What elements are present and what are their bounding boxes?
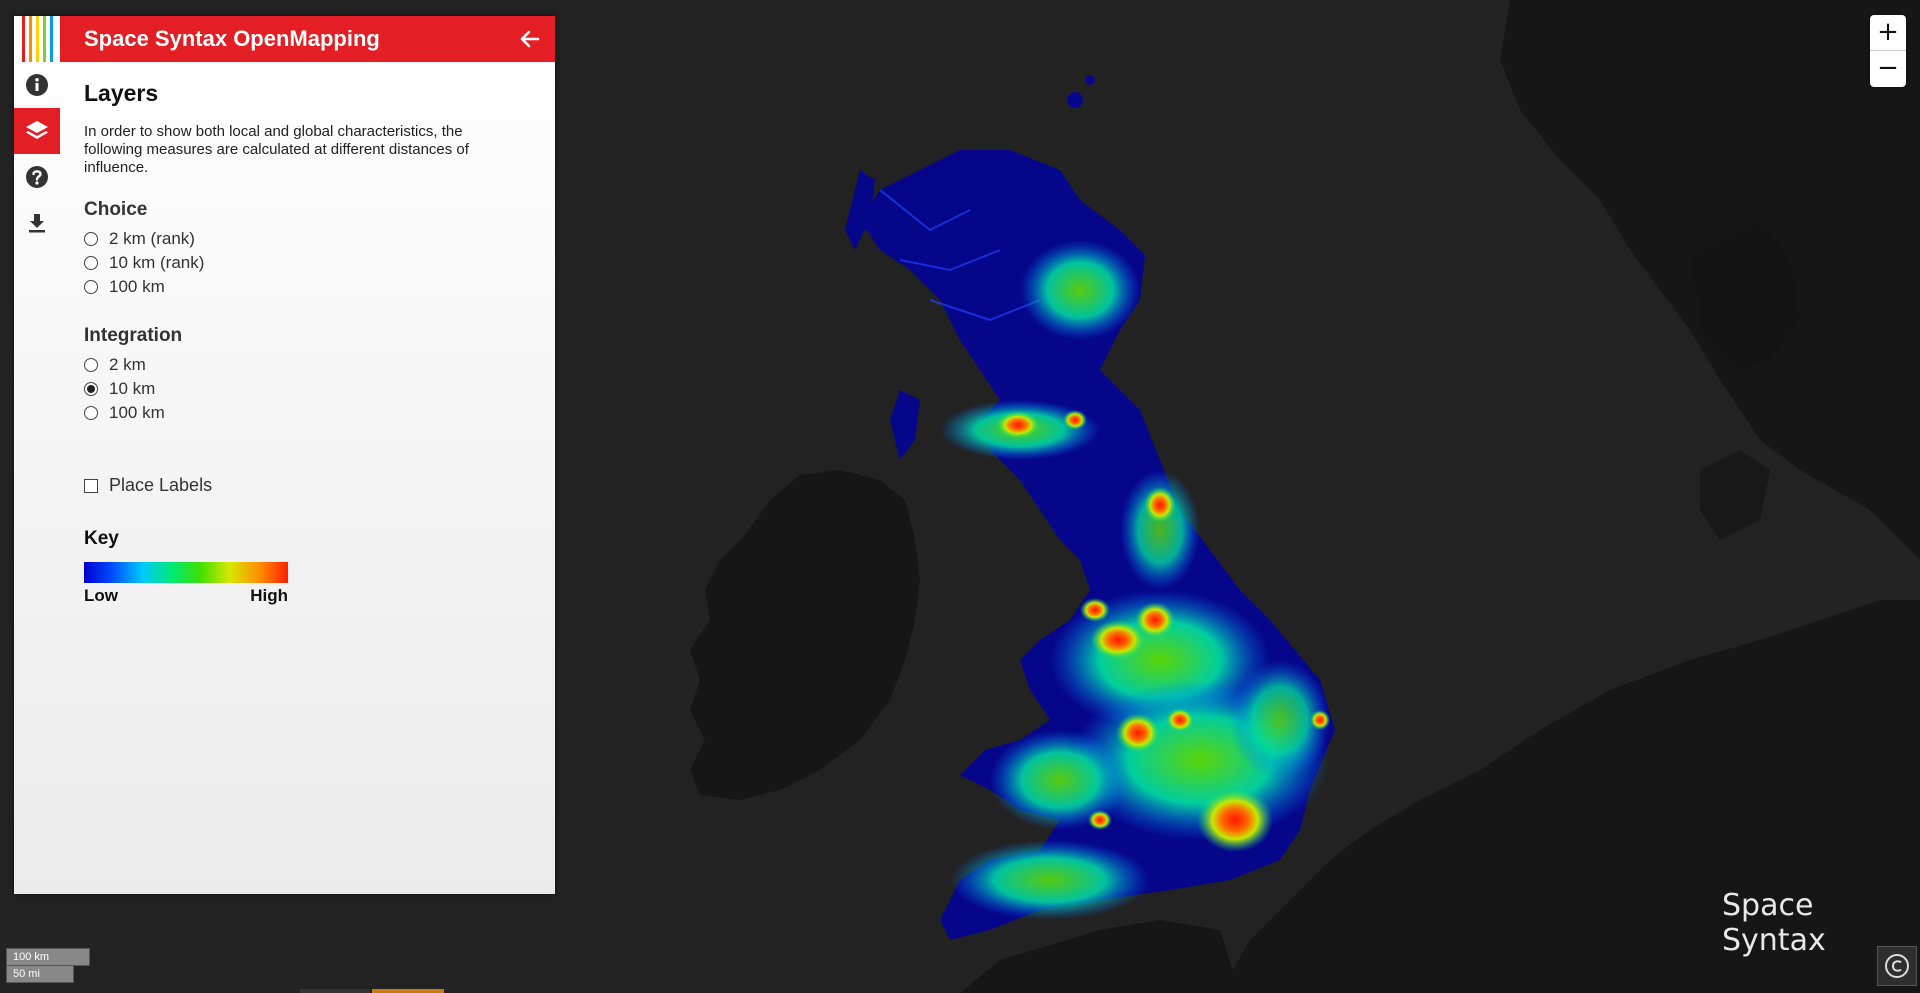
- key-labels: Low High: [84, 586, 288, 606]
- choice-title: Choice: [84, 199, 148, 220]
- zoom-control: + −: [1870, 15, 1906, 87]
- option-label: 2 km: [109, 355, 146, 374]
- arrow-left-icon: [520, 30, 540, 48]
- radio-button[interactable]: [84, 406, 98, 420]
- key-high-label: High: [250, 586, 288, 605]
- info-icon: [26, 74, 48, 96]
- panel-header: Space Syntax OpenMapping: [14, 16, 555, 62]
- integration-option-2km[interactable]: 2 km: [84, 353, 524, 377]
- integration-option-100km[interactable]: 100 km: [84, 401, 524, 425]
- integration-option-10km[interactable]: 10 km: [84, 377, 524, 401]
- panel-content: Layers In order to show both local and g…: [84, 80, 524, 606]
- side-tabs: [14, 62, 60, 246]
- zoom-in-button[interactable]: +: [1870, 15, 1906, 51]
- collapse-panel-button[interactable]: [515, 24, 545, 54]
- option-label: 2 km (rank): [109, 229, 195, 248]
- tab-layers[interactable]: [14, 108, 60, 154]
- choice-option-100km[interactable]: 100 km: [84, 275, 524, 299]
- key-low-label: Low: [84, 586, 118, 605]
- radio-button[interactable]: [84, 232, 98, 246]
- panel-heading: Layers: [84, 80, 159, 106]
- copyright-icon: [1885, 954, 1909, 978]
- option-label: 100 km: [109, 403, 165, 422]
- place-labels-toggle[interactable]: Place Labels: [84, 475, 524, 496]
- attribution-button[interactable]: [1877, 946, 1917, 986]
- radio-button[interactable]: [84, 256, 98, 270]
- scale-imperial: 50 mi: [6, 966, 74, 983]
- map-edge-mark: [300, 989, 370, 993]
- color-scale-bar: [84, 562, 288, 583]
- integration-title: Integration: [84, 325, 183, 346]
- layers-icon: [26, 121, 48, 139]
- help-icon: [26, 166, 48, 188]
- choice-option-10km[interactable]: 10 km (rank): [84, 251, 524, 275]
- choice-option-2km[interactable]: 2 km (rank): [84, 227, 524, 251]
- tab-info[interactable]: [14, 62, 60, 108]
- scale-bar: 100 km 50 mi: [6, 948, 90, 983]
- map-edge-mark: [372, 989, 444, 993]
- app-title: Space Syntax OpenMapping: [84, 26, 380, 51]
- key-title: Key: [84, 528, 119, 549]
- tab-download[interactable]: [14, 200, 60, 246]
- tab-help[interactable]: [14, 154, 60, 200]
- radio-button[interactable]: [84, 280, 98, 294]
- radio-button-selected[interactable]: [84, 382, 98, 396]
- download-icon: [29, 214, 45, 233]
- option-label: 100 km: [109, 277, 165, 296]
- option-label: 10 km: [109, 379, 156, 398]
- logo: [14, 16, 60, 62]
- zoom-out-button[interactable]: −: [1870, 51, 1906, 87]
- radio-button[interactable]: [84, 358, 98, 372]
- place-labels-label: Place Labels: [109, 475, 213, 495]
- option-label: 10 km (rank): [109, 253, 205, 272]
- layers-panel: Space Syntax OpenMapping Layers In order…: [14, 16, 555, 894]
- place-labels-checkbox[interactable]: [84, 478, 98, 493]
- scale-metric: 100 km: [6, 948, 90, 966]
- panel-intro: In order to show both local and global c…: [84, 123, 469, 176]
